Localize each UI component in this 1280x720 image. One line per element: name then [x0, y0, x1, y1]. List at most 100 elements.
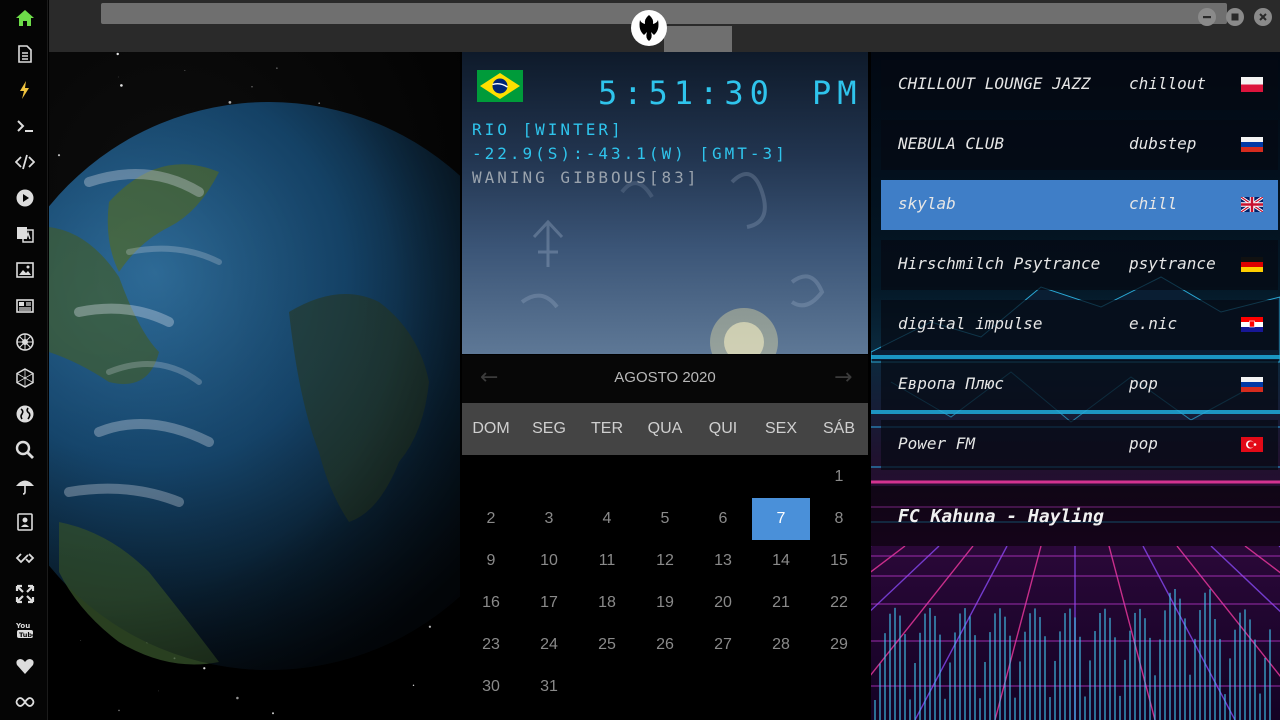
weekday-label: DOM [472, 420, 510, 437]
earth-globe-panel[interactable] [49, 52, 460, 720]
close-button[interactable] [1254, 8, 1272, 26]
code-icon[interactable] [14, 151, 36, 173]
russia-flag-icon [1241, 377, 1263, 392]
station-row[interactable]: NEBULA CLUB dubstep [881, 120, 1278, 170]
station-name: Hirschmilch Psytrance [898, 254, 1101, 273]
calendar-empty-cell [752, 456, 810, 498]
station-row[interactable]: CHILLOUT LOUNGE JAZZ chillout [881, 60, 1278, 110]
calendar-empty-cell [636, 456, 694, 498]
calendar-day[interactable]: 10 [520, 540, 578, 582]
star [412, 684, 415, 687]
station-genre: pop [1129, 434, 1158, 453]
search-icon[interactable] [14, 439, 36, 461]
image-icon[interactable] [14, 259, 36, 281]
calendar-day[interactable]: 3 [520, 498, 578, 540]
calendar-day[interactable]: 20 [694, 582, 752, 624]
newspaper-icon[interactable] [14, 295, 36, 317]
calendar-day[interactable]: 12 [636, 540, 694, 582]
hexagon-icon[interactable] [14, 367, 36, 389]
calendar-day[interactable]: 14 [752, 540, 810, 582]
station-row[interactable]: digital impulse e.nic [881, 300, 1278, 350]
weekday-label: TER [591, 420, 623, 437]
station-genre: chillout [1129, 74, 1207, 93]
translate-icon[interactable] [14, 223, 36, 245]
station-row[interactable]: Европа Плюс pop [881, 360, 1278, 410]
next-month-button[interactable]: → [834, 365, 852, 390]
calendar-header: ← AGOSTO 2020 → [462, 355, 868, 403]
germany-flag-icon [1241, 257, 1263, 272]
russia-flag-icon [1241, 137, 1263, 152]
maximize-button[interactable] [1226, 8, 1244, 26]
star [57, 154, 61, 157]
link-icon[interactable] [14, 547, 36, 569]
weekday-label: SEG [532, 420, 566, 437]
calendar-day[interactable]: 5 [636, 498, 694, 540]
calendar-day[interactable]: 30 [462, 666, 520, 708]
calendar-day[interactable]: 17 [520, 582, 578, 624]
star [272, 712, 274, 715]
calendar-day[interactable]: 9 [462, 540, 520, 582]
calendar-day[interactable]: 25 [578, 624, 636, 666]
star [158, 690, 159, 692]
star [118, 709, 120, 712]
calendar-day[interactable]: 1 [810, 456, 868, 498]
calendar-day[interactable]: 6 [694, 498, 752, 540]
svg-text:You: You [15, 622, 30, 630]
station-row[interactable]: Power FM pop [881, 420, 1278, 470]
contact-icon[interactable] [14, 511, 36, 533]
audio-visualizer [871, 546, 1280, 720]
star [276, 67, 278, 69]
station-name: CHILLOUT LOUNGE JAZZ [898, 74, 1091, 93]
clock-weather-panel: 5:51:30 PM RIO [WINTER] -22.9(S):-43.1(W… [462, 52, 868, 354]
star [251, 86, 253, 88]
infinity-icon[interactable] [14, 691, 36, 713]
station-name: Power FM [898, 434, 976, 453]
clock-ampm: PM [812, 74, 863, 112]
croatia-flag-icon [1241, 317, 1263, 332]
star [428, 625, 432, 628]
youtube-icon[interactable]: You Tube [14, 619, 36, 641]
calendar-day-today[interactable]: 7 [752, 498, 810, 540]
heart-icon[interactable] [14, 655, 36, 677]
lightning-icon[interactable] [14, 79, 36, 101]
coordinates-label: -22.9(S):-43.1(W) [GMT-3] [472, 144, 788, 163]
play-icon[interactable] [14, 187, 36, 209]
calendar-day[interactable]: 24 [520, 624, 578, 666]
globe-icon[interactable] [14, 403, 36, 425]
expand-icon[interactable] [14, 583, 36, 605]
calendar-day[interactable]: 23 [462, 624, 520, 666]
station-row[interactable]: skylab chill [881, 180, 1278, 230]
calendar-day[interactable]: 26 [636, 624, 694, 666]
station-row[interactable]: Hirschmilch Psytrance psytrance [881, 240, 1278, 290]
minimize-button[interactable] [1198, 8, 1216, 26]
calendar-day[interactable]: 31 [520, 666, 578, 708]
calendar-day[interactable]: 27 [694, 624, 752, 666]
brazil-flag-icon [477, 70, 523, 102]
calendar-day[interactable]: 21 [752, 582, 810, 624]
calendar-empty-cell [694, 456, 752, 498]
calendar-day[interactable]: 22 [810, 582, 868, 624]
calendar-day[interactable]: 11 [578, 540, 636, 582]
document-icon[interactable] [14, 43, 36, 65]
home-icon[interactable] [14, 7, 36, 29]
star [184, 70, 186, 71]
calendar-day[interactable]: 28 [752, 624, 810, 666]
calendar: ← AGOSTO 2020 → DOM SEG TER QUA QUI SEX SÁB 12… [462, 355, 868, 720]
location-label: RIO [WINTER] [472, 120, 624, 139]
calendar-day[interactable]: 8 [810, 498, 868, 540]
calendar-day[interactable]: 19 [636, 582, 694, 624]
calendar-day[interactable]: 2 [462, 498, 520, 540]
umbrella-icon[interactable] [14, 475, 36, 497]
calendar-empty-cell [578, 456, 636, 498]
calendar-day[interactable]: 13 [694, 540, 752, 582]
rebel-icon[interactable] [14, 331, 36, 353]
calendar-day[interactable]: 29 [810, 624, 868, 666]
calendar-day[interactable]: 15 [810, 540, 868, 582]
calendar-day[interactable]: 16 [462, 582, 520, 624]
calendar-day[interactable]: 18 [578, 582, 636, 624]
logo-tab[interactable] [664, 26, 732, 52]
calendar-day[interactable]: 4 [578, 498, 636, 540]
terminal-icon[interactable] [14, 115, 36, 137]
station-genre: chill [1129, 194, 1178, 213]
station-genre: dubstep [1129, 134, 1197, 153]
